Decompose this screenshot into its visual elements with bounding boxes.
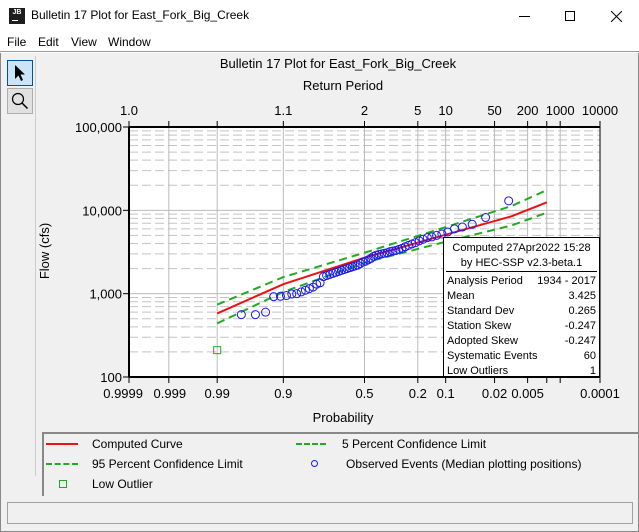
menu-bar: File Edit View Window — [0, 32, 639, 52]
x-tick-label: 0.005 — [511, 386, 544, 401]
legend-label: 95 Percent Confidence Limit — [92, 457, 243, 471]
y-tick-label: 10,000 — [82, 203, 122, 218]
plot-panel: Bulletin 17 Plot for East_Fork_Big_Creek… — [0, 53, 639, 532]
legend-item-computed-curve: Computed Curve — [44, 437, 183, 451]
menu-view[interactable]: View — [71, 35, 97, 49]
stats-row: Systematic Events 60 — [444, 349, 599, 364]
stats-label: Mean — [447, 290, 475, 302]
minimize-button[interactable] — [501, 0, 547, 32]
top-tick-label: 10000 — [582, 103, 618, 118]
legend-label: 5 Percent Confidence Limit — [342, 437, 487, 451]
dashed-line-icon — [44, 458, 84, 470]
legend: Computed Curve 5 Percent Confidence Limi… — [42, 432, 639, 496]
stats-value: 3.425 — [568, 290, 596, 302]
legend-label: Low Outlier — [92, 477, 153, 491]
stats-row: Standard Dev 0.265 — [444, 304, 599, 319]
stats-value: 1 — [589, 365, 596, 377]
stats-header-version: by HEC-SSP v2.3-beta.1 — [446, 256, 597, 272]
top-tick-label: 10 — [438, 103, 452, 118]
top-tick-label: 50 — [487, 103, 501, 118]
close-icon — [610, 10, 622, 22]
top-tick-label: 5 — [414, 103, 421, 118]
x-tick-label: 0.99 — [205, 386, 230, 401]
window-title: Bulletin 17 Plot for East_Fork_Big_Creek — [31, 8, 250, 22]
stats-label: Low Outliers — [447, 365, 509, 377]
x-tick-label: 0.9999 — [103, 386, 143, 401]
top-tick-label: 1.1 — [274, 103, 292, 118]
legend-label: Computed Curve — [92, 437, 183, 451]
maximize-button[interactable] — [547, 0, 593, 32]
stats-label: Station Skew — [447, 320, 512, 332]
x-tick-label: 0.02 — [482, 386, 507, 401]
stats-row: Station Skew -0.247 — [444, 319, 599, 334]
menu-window[interactable]: Window — [108, 35, 151, 49]
stats-row: Analysis Period 1934 - 2017 — [444, 274, 599, 289]
stats-value: 60 — [583, 350, 596, 362]
stats-label: Analysis Period — [447, 275, 523, 287]
stats-row: Low Outliers 1 — [444, 364, 599, 379]
x-axis-title: Probability — [313, 410, 374, 425]
statistics-box: Computed 27Apr2022 15:28 by HEC-SSP v2.3… — [443, 237, 600, 377]
circle-marker-icon — [294, 458, 334, 470]
top-axis-title: Return Period — [303, 78, 383, 93]
top-tick-label: 1000 — [546, 103, 575, 118]
legend-item-low-outlier: Low Outlier — [44, 477, 153, 491]
x-tick-label: 0.1 — [437, 386, 455, 401]
stats-rows: Analysis Period 1934 - 2017 Mean 3.425 Stand… — [444, 274, 599, 379]
chart-title: Bulletin 17 Plot for East_Fork_Big_Creek — [220, 56, 457, 71]
stats-value: -0.247 — [564, 320, 596, 332]
stats-value: 0.265 — [568, 305, 596, 317]
menu-file[interactable]: File — [7, 35, 26, 49]
dashed-line-icon — [294, 438, 334, 450]
stats-label: Standard Dev — [447, 305, 515, 317]
stats-header-computed: Computed 27Apr2022 15:28 — [452, 242, 591, 254]
stats-label: Systematic Events — [447, 350, 538, 362]
y-tick-label: 100,000 — [75, 120, 122, 135]
legend-item-observed: Observed Events (Median plotting positio… — [294, 457, 581, 471]
stats-row: Mean 3.425 — [444, 289, 599, 304]
legend-item-5-percent: 5 Percent Confidence Limit — [294, 437, 486, 451]
x-tick-label: 0.999 — [154, 386, 187, 401]
y-tick-label: 1,000 — [89, 287, 122, 302]
title-bar: JB Bulletin 17 Plot for East_Fork_Big_Cr… — [0, 0, 639, 32]
minimize-icon — [518, 15, 530, 17]
legend-item-95-percent: 95 Percent Confidence Limit — [44, 457, 243, 471]
legend-label: Observed Events (Median plotting positio… — [346, 457, 582, 471]
app-icon: JB — [9, 8, 25, 24]
close-button[interactable] — [593, 0, 639, 32]
maximize-icon — [565, 11, 575, 21]
top-tick-label: 2 — [361, 103, 368, 118]
stats-label: Adopted Skew — [447, 335, 518, 347]
x-tick-label: 0.9 — [274, 386, 292, 401]
stats-value: 1934 - 2017 — [537, 275, 596, 287]
top-tick-label: 1.0 — [120, 103, 138, 118]
menu-edit[interactable]: Edit — [38, 35, 59, 49]
square-marker-icon — [44, 478, 84, 490]
x-tick-label: 0.2 — [409, 386, 427, 401]
x-tick-label: 0.0001 — [580, 386, 620, 401]
stats-row: Adopted Skew -0.247 — [444, 334, 599, 349]
top-tick-label: 200 — [517, 103, 539, 118]
y-tick-label: 100 — [100, 370, 122, 385]
y-axis-title: Flow (cfs) — [37, 223, 52, 279]
solid-line-icon — [44, 438, 84, 450]
stats-value: -0.247 — [564, 335, 596, 347]
status-bar — [7, 502, 633, 524]
x-tick-label: 0.5 — [355, 386, 373, 401]
